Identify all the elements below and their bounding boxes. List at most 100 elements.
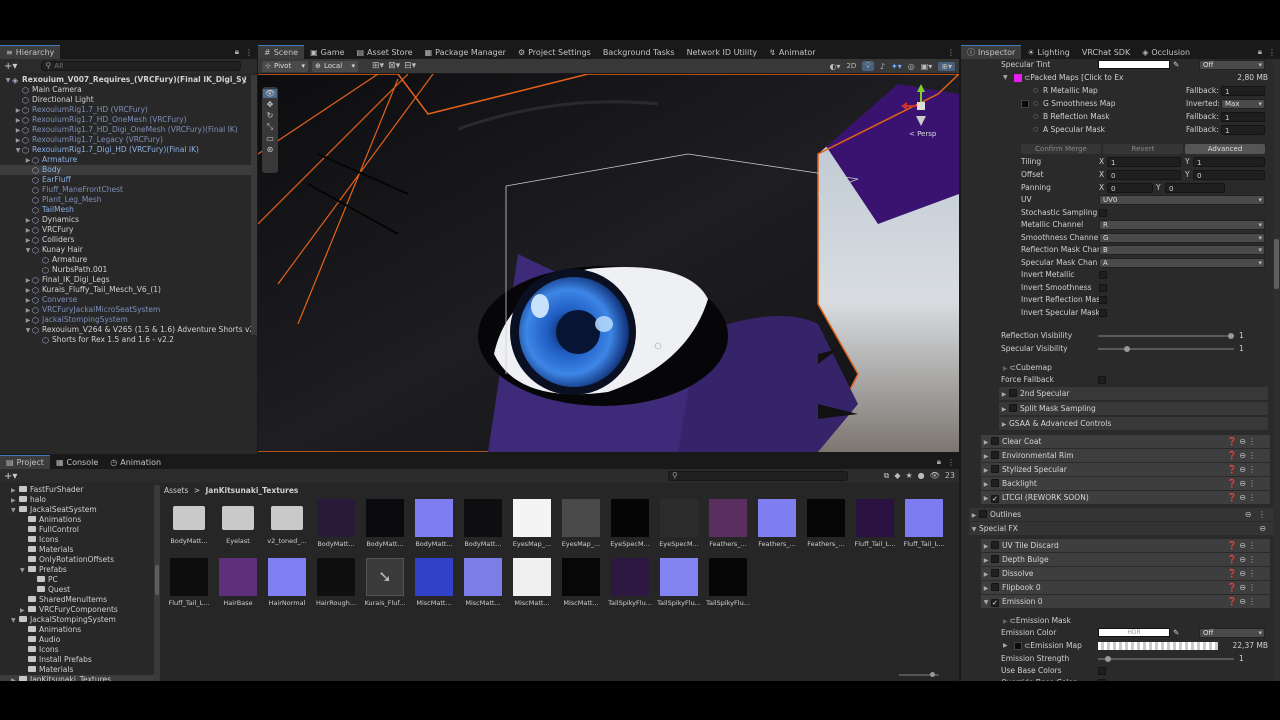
asset-tile[interactable]: Feathers_... <box>709 499 749 548</box>
gizmos-icon[interactable]: ⊕▾ <box>938 61 955 71</box>
sub-section-checkbox[interactable] <box>1009 404 1017 412</box>
hierarchy-item[interactable]: ⬡ Body <box>0 165 257 175</box>
folder-item[interactable]: OnlyRotationOffsets <box>0 555 155 565</box>
asset-tile[interactable]: Fluff_Tail_L... <box>904 499 945 548</box>
hierarchy-item[interactable]: ⬡ Plant_Leg_Mesh <box>0 195 257 205</box>
perspective-label[interactable]: < Persp <box>909 130 936 138</box>
project-tree-scrollbar[interactable] <box>154 485 160 681</box>
tab-vrchat-sdk[interactable]: VRChat SDK <box>1076 45 1136 59</box>
folder-item[interactable]: Animations <box>0 515 155 525</box>
tab-hierarchy[interactable]: ≡ Hierarchy <box>0 45 61 59</box>
channel-dropdown[interactable]: B <box>1099 245 1265 255</box>
sub-section-checkbox[interactable] <box>1009 389 1017 397</box>
expand-arrow-icon[interactable]: ▼ <box>11 506 19 516</box>
hierarchy-item[interactable]: ⬡ Directional Light <box>0 95 257 105</box>
offset-x-field[interactable]: 0 <box>1107 170 1181 180</box>
fx-section[interactable]: ▶ Depth Bulge ❓⊖⋮ <box>981 553 1270 566</box>
search-by-type-icon[interactable]: ⧉ <box>884 471 890 481</box>
rect-tool-icon[interactable]: ▭ <box>266 134 274 143</box>
project-search-input[interactable] <box>668 471 848 481</box>
asset-tile[interactable]: MiscMatt... <box>464 558 504 607</box>
specular-tint-mode-dropdown[interactable]: Off <box>1199 60 1265 70</box>
section-actions-icon[interactable]: ❓⊖⋮ <box>1227 449 1258 462</box>
hidden-packages-icon[interactable]: 👁︎ <box>930 471 940 481</box>
increment-snap-icon[interactable]: ⊠▾ <box>388 61 400 71</box>
shader-section[interactable]: ▶ Backlight ❓⊖⋮ <box>981 477 1270 490</box>
uv-dropdown[interactable]: UV0 <box>1099 195 1265 205</box>
hierarchy-item[interactable]: ▼ ⬡ Rexouium_V264 & V265 (1.5 & 1.6) Adven… <box>0 325 257 335</box>
folder-item[interactable]: Audio <box>0 635 155 645</box>
tab-scene[interactable]: # Scene <box>258 45 305 59</box>
use-base-colors-checkbox[interactable] <box>1098 667 1106 675</box>
section-actions-icon[interactable]: ❓⊖⋮ <box>1227 539 1258 552</box>
hierarchy-search-input[interactable]: All <box>41 61 242 71</box>
pivot-dropdown[interactable]: ⊹ Pivot ▾ <box>262 60 308 72</box>
hierarchy-item[interactable]: ⬡ Armature <box>0 255 257 265</box>
specular-tint-color[interactable] <box>1098 60 1170 69</box>
rotate-tool-icon[interactable]: ↻ <box>267 111 274 120</box>
fx-section[interactable]: ▶ Flipbook 0 ❓⊖⋮ <box>981 581 1270 594</box>
section-actions-icon[interactable]: ❓⊖⋮ <box>1227 553 1258 566</box>
hierarchy-item[interactable]: ⬡ Fluff_ManeFrontChest <box>0 185 257 195</box>
asset-tile[interactable]: Eyelast <box>219 499 259 545</box>
panning-y-field[interactable]: 0 <box>1165 183 1225 193</box>
folder-item[interactable]: Animations <box>0 625 155 635</box>
asset-tile[interactable]: BodyMatt... <box>415 499 455 548</box>
view-tool-icon[interactable]: 👁︎ <box>263 89 277 98</box>
emission-strength-slider[interactable] <box>1098 653 1234 665</box>
section-actions-icon[interactable]: ❓⊖⋮ <box>1227 567 1258 580</box>
section-actions-icon[interactable]: ❓⊖⋮ <box>1227 581 1258 594</box>
section-link-icon[interactable]: ⊖ ⋮ <box>1245 508 1268 521</box>
more-menu-icon[interactable]: ⋮ <box>1268 48 1276 57</box>
asset-tile[interactable]: ➘ Kurais_Fluf... <box>365 558 406 607</box>
sub-section[interactable]: ▶ GSAA & Advanced Controls <box>999 417 1268 430</box>
fx-section[interactable]: ▶ UV Tile Discard ❓⊖⋮ <box>981 539 1270 552</box>
grid-snap-icon[interactable]: ⊞▾ <box>372 61 384 71</box>
tiling-y-field[interactable]: 1 <box>1193 157 1265 167</box>
hierarchy-item[interactable]: ⬡ TailMesh <box>0 205 257 215</box>
tab-asset-store[interactable]: ▤ Asset Store <box>350 45 418 59</box>
shader-section[interactable]: ▶ ✓ LTCGI (REWORK SOON) ❓⊖⋮ <box>981 491 1270 504</box>
scene-camera-icon[interactable]: ▣▾ <box>921 62 933 71</box>
panning-x-field[interactable]: 0 <box>1107 183 1153 193</box>
folder-item[interactable]: ▼ JackalStompingSystem <box>0 615 155 625</box>
folder-item[interactable]: Materials <box>0 545 155 555</box>
folder-item[interactable]: ▶ FastFurShader <box>0 485 155 495</box>
hierarchy-item[interactable]: ▶ ⬡ Final_IK_Digi_Legs <box>0 275 257 285</box>
outlines-section[interactable]: ▶ Outlines ⊖ ⋮ <box>969 508 1280 521</box>
folder-item[interactable]: Quest <box>0 585 155 595</box>
tab-occlusion[interactable]: ◈ Occlusion <box>1136 45 1196 59</box>
asset-tile[interactable]: TailSpikyFlu... <box>657 558 701 607</box>
sub-section[interactable]: ▶ 2nd Specular <box>999 387 1268 400</box>
section-checkbox[interactable]: ✓ <box>991 495 999 503</box>
tab-animator[interactable]: ↯ Animator <box>763 45 821 59</box>
section-checkbox[interactable] <box>991 451 999 459</box>
lock-icon[interactable]: 🔒︎ <box>235 47 239 57</box>
create-asset-button[interactable]: +▾ <box>4 471 17 482</box>
confirm-merge-button[interactable]: Confirm Merge <box>1021 144 1101 154</box>
channel-dropdown[interactable]: G <box>1099 232 1265 243</box>
asset-tile[interactable]: MiscMatt... <box>562 558 602 607</box>
add-object-button[interactable]: +▾ <box>4 61 17 72</box>
hierarchy-item[interactable]: ▶ ⬡ RexouiumRig1.7_HD (VRCFury) <box>0 105 257 115</box>
packages-visibility-icon[interactable]: ● <box>918 471 925 481</box>
mode-2d-button[interactable]: 2D <box>846 62 856 70</box>
folder-item[interactable]: FullControl <box>0 525 155 535</box>
hierarchy-item[interactable]: ▶ ⬡ RexouiumRig1.7_HD_Digi_OneMesh (VRCFur… <box>0 125 257 135</box>
asset-tile[interactable]: HairRough... <box>316 558 357 607</box>
shader-section[interactable]: ▶ Stylized Specular ❓⊖⋮ <box>981 463 1270 476</box>
advanced-button[interactable]: Advanced <box>1185 144 1265 154</box>
fallback-field[interactable]: 1 <box>1221 112 1265 122</box>
scale-tool-icon[interactable]: ⤡ <box>267 122 273 132</box>
hidden-objects-icon[interactable]: ◎ <box>908 62 915 71</box>
search-by-label-icon[interactable]: ◆ <box>894 471 900 481</box>
hierarchy-item[interactable]: ▶ ⬡ VRCFury <box>0 225 257 235</box>
scene-viewport[interactable]: < Persp <box>258 74 959 452</box>
eyedropper-icon[interactable]: ✎ <box>1173 59 1179 71</box>
fx-section[interactable]: ▶ Dissolve ❓⊖⋮ <box>981 567 1270 580</box>
section-checkbox[interactable] <box>991 569 999 577</box>
asset-tile[interactable]: HairBase <box>219 558 259 607</box>
radio-icon[interactable]: ○ <box>1033 124 1038 136</box>
tab-network-id-utility[interactable]: Network ID Utility <box>681 45 764 59</box>
inspector-scrollbar[interactable] <box>1273 59 1280 681</box>
